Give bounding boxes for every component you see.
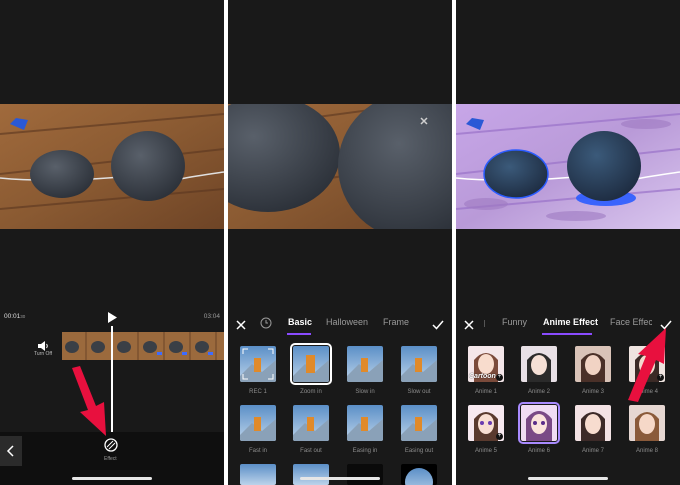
- red-arrow-annotation: [66, 366, 112, 443]
- current-time: 00:01: [4, 313, 21, 320]
- effect-label: Anime 6: [527, 448, 550, 454]
- divider: [484, 320, 485, 327]
- total-time: 03:04: [203, 313, 220, 320]
- tab-basic[interactable]: Basic: [288, 317, 312, 327]
- tab-anime-effect[interactable]: Anime Effect: [543, 317, 598, 327]
- effect-thumb-easing-in[interactable]: [347, 405, 383, 441]
- active-tab-underline: [287, 333, 311, 335]
- effect-tool-label[interactable]: Effect: [104, 456, 117, 462]
- effect-label: Anime 2: [527, 389, 550, 395]
- effect-label: Anime 8: [635, 448, 658, 454]
- video-timeline-strip[interactable]: [62, 332, 224, 360]
- video-preview-zoomed[interactable]: [228, 104, 452, 229]
- effect-thumb-partial[interactable]: [401, 464, 437, 485]
- confirm-check-icon[interactable]: [432, 317, 444, 335]
- home-indicator: [72, 477, 152, 480]
- effect-thumb-slow-out[interactable]: [401, 346, 437, 382]
- video-preview[interactable]: [0, 104, 224, 229]
- plus-badge-icon: +: [496, 374, 503, 381]
- effect-thumb-fast-in[interactable]: [240, 405, 276, 441]
- effect-thumb-anime-6[interactable]: [518, 402, 560, 444]
- effect-thumb-easing-out[interactable]: [401, 405, 437, 441]
- cartoon-badge: Cartoon: [469, 373, 496, 380]
- video-preview-anime[interactable]: [456, 104, 680, 229]
- tab-funny[interactable]: Funny: [502, 317, 527, 327]
- effect-label: Anime 1: [474, 389, 497, 395]
- effect-label: Easing in: [352, 448, 378, 454]
- close-icon[interactable]: [464, 317, 474, 335]
- home-indicator: [300, 477, 380, 480]
- anime-effect-panel: Funny Anime Effect Face Effect Cartoon +…: [456, 0, 680, 485]
- effect-label: Anime 7: [581, 448, 604, 454]
- basic-effect-panel: Basic Halloween Frame REC 1 Zoom in Slow…: [228, 0, 452, 485]
- effect-label: Fast in: [248, 448, 267, 454]
- effect-thumb-anime-2[interactable]: [521, 346, 557, 382]
- current-time-frames: 30: [20, 314, 26, 319]
- effect-thumb-partial[interactable]: [240, 464, 276, 485]
- effect-label: Slow out: [407, 389, 431, 395]
- effect-thumb-anime-3[interactable]: [575, 346, 611, 382]
- effect-thumb-zoom-in[interactable]: [290, 343, 332, 385]
- red-arrow-annotation: [626, 326, 672, 407]
- tab-frame[interactable]: Frame: [383, 317, 409, 327]
- tab-halloween[interactable]: Halloween: [326, 317, 368, 327]
- effect-thumb-fast-out[interactable]: [293, 405, 329, 441]
- close-icon[interactable]: [236, 317, 246, 335]
- effect-label: Slow in: [355, 389, 375, 395]
- effect-thumb-anime-8[interactable]: [629, 405, 665, 441]
- audio-toggle-label[interactable]: Turn Off: [34, 351, 52, 357]
- editor-panel: 00:0130 03:04 Turn Off Effect: [0, 0, 224, 485]
- effect-label: Anime 3: [581, 389, 604, 395]
- effect-thumb-anime-7[interactable]: [575, 405, 611, 441]
- effect-thumb-partial[interactable]: [347, 464, 383, 485]
- back-button[interactable]: [0, 436, 22, 466]
- effect-thumb-partial[interactable]: [293, 464, 329, 485]
- effect-label: Fast out: [300, 448, 322, 454]
- effect-thumb-rec1[interactable]: [240, 346, 276, 382]
- effect-thumb-anime-5[interactable]: +: [468, 405, 504, 441]
- effect-thumb-slow-in[interactable]: [347, 346, 383, 382]
- history-icon[interactable]: [260, 316, 272, 334]
- effect-label: Easing out: [404, 448, 434, 454]
- home-indicator: [528, 477, 608, 480]
- active-tab-underline: [542, 333, 592, 335]
- effect-label: Zoom in: [300, 389, 322, 395]
- effect-label: Anime 5: [474, 448, 497, 454]
- effect-thumb-anime-1[interactable]: Cartoon +: [468, 346, 504, 382]
- effect-label: REC 1: [249, 389, 267, 395]
- plus-badge-icon: +: [496, 433, 503, 440]
